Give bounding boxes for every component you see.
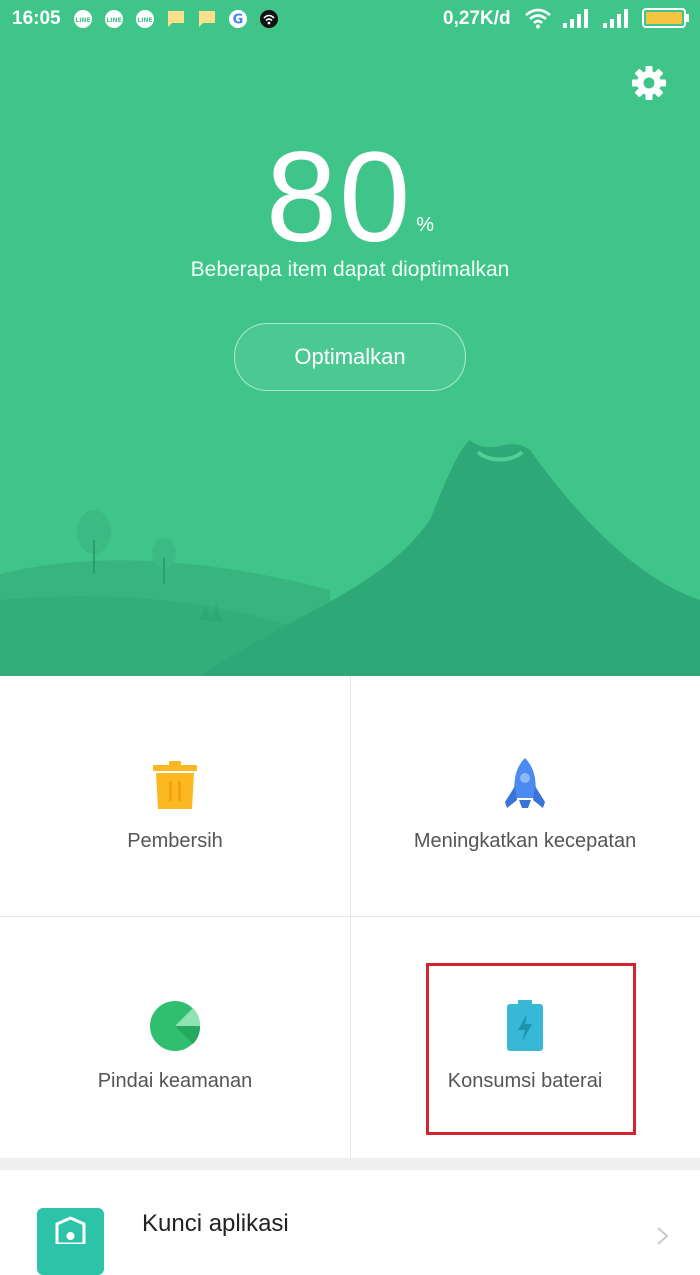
security-scan-tile[interactable]: Pindai keamanan — [0, 916, 350, 1156]
network-speed: 0,27K/d — [443, 8, 511, 29]
line-icon: LINE — [72, 8, 94, 30]
line-icon: LINE — [134, 8, 156, 30]
chevron-right-icon — [657, 1227, 669, 1245]
message-icon — [196, 8, 218, 30]
security-scan-icon — [149, 998, 201, 1054]
wifi-app-icon — [258, 8, 280, 30]
svg-text:LINE: LINE — [137, 17, 152, 24]
gear-icon — [632, 66, 666, 100]
svg-text:G: G — [233, 13, 244, 28]
cleaner-tile[interactable]: Pembersih — [0, 676, 350, 916]
score-unit: % — [416, 214, 435, 236]
signal-icon — [563, 9, 588, 28]
score-subtitle: Beberapa item dapat dioptimalkan — [190, 258, 510, 281]
battery-icon — [642, 8, 689, 28]
svg-text:LINE: LINE — [75, 17, 90, 24]
signal-icon — [603, 9, 628, 28]
status-bar: 16:05 LINE LINE LINE G 0,27K/d — [0, 0, 700, 38]
message-icon — [165, 8, 187, 30]
wifi-icon — [525, 8, 551, 29]
app-lock-title: Kunci aplikasi — [142, 1210, 289, 1237]
section-separator — [0, 1158, 700, 1170]
system-icons — [524, 7, 690, 29]
google-icon: G — [227, 8, 249, 30]
svg-text:LINE: LINE — [106, 17, 121, 24]
speed-boost-tile[interactable]: Meningkatkan kecepatan — [350, 676, 700, 916]
hero-panel: 80% Beberapa item dapat dioptimalkan Opt… — [0, 0, 700, 676]
notification-icons: LINE LINE LINE G — [72, 8, 280, 30]
highlight-box — [426, 963, 636, 1135]
rocket-icon — [501, 758, 549, 814]
grid-divider-horizontal — [0, 916, 700, 917]
optimize-button[interactable]: Optimalkan — [234, 323, 466, 391]
cleaner-label: Pembersih — [127, 830, 223, 852]
score-value: 80 — [265, 126, 413, 269]
score-display: 80% — [0, 128, 700, 268]
security-scan-label: Pindai keamanan — [97, 1070, 253, 1092]
trash-icon — [151, 758, 199, 814]
status-time: 16:05 — [12, 8, 61, 29]
speed-boost-label: Meningkatkan kecepatan — [413, 830, 637, 852]
line-icon: LINE — [103, 8, 125, 30]
settings-button[interactable] — [630, 64, 668, 102]
app-lock-item[interactable]: Kunci aplikasi — [0, 1170, 700, 1275]
grid-divider-vertical — [350, 676, 351, 1158]
app-lock-icon — [37, 1208, 104, 1275]
